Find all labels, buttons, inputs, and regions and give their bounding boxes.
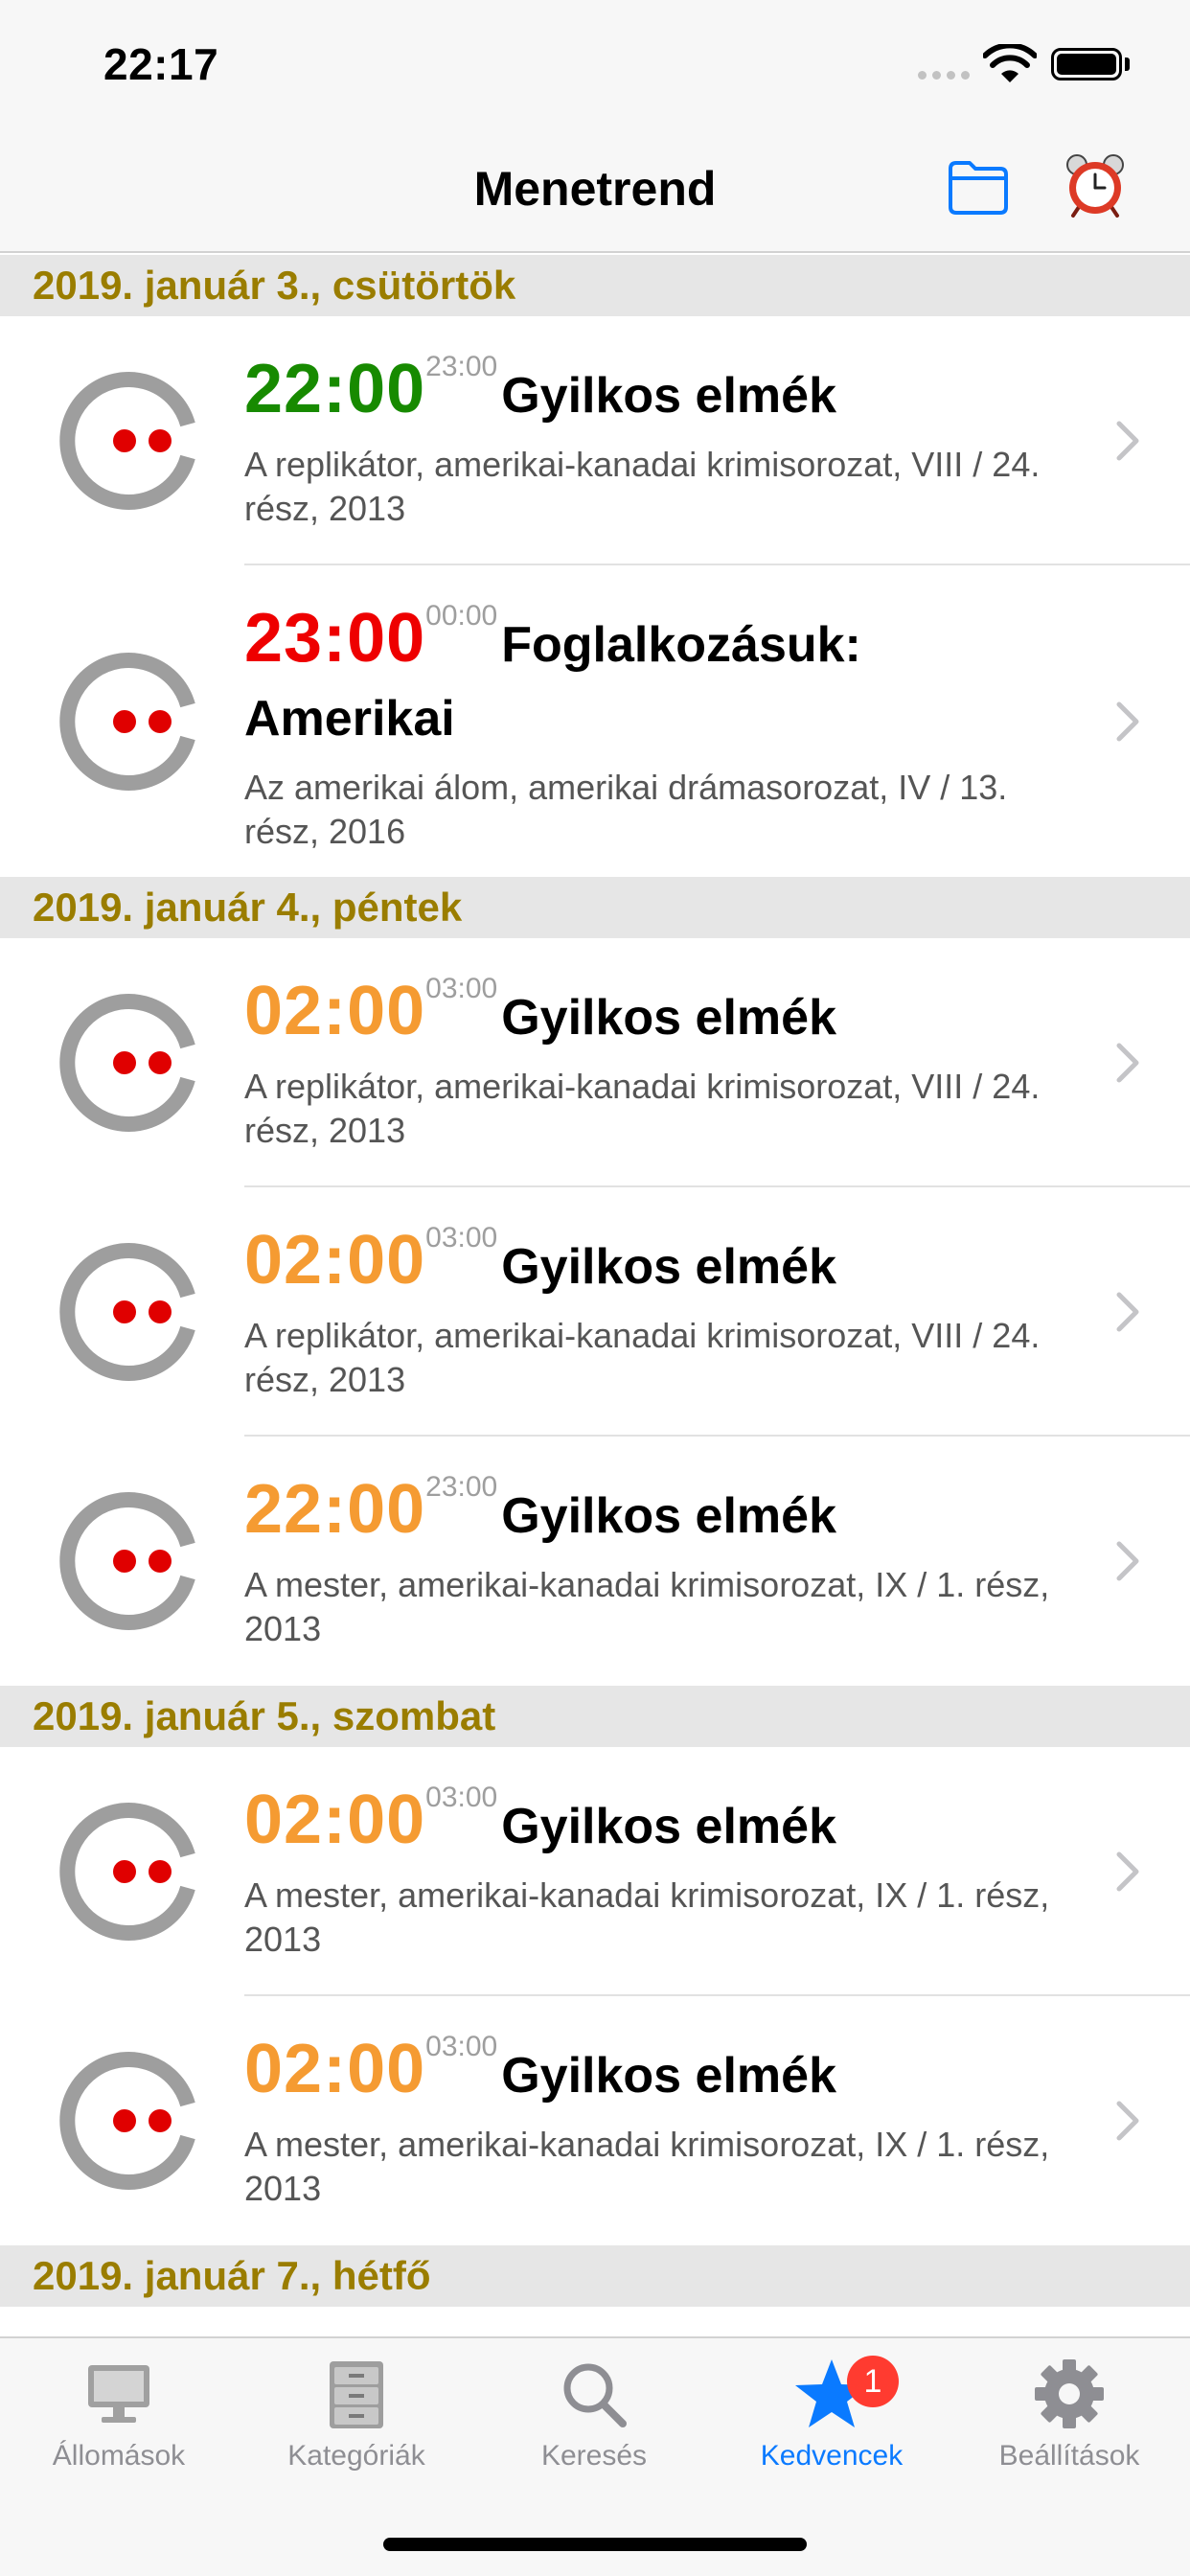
tab-allomasok[interactable]: Állomások xyxy=(0,2358,238,2472)
channel-logo-icon xyxy=(59,994,195,1132)
page-title: Menetrend xyxy=(473,162,717,216)
program-title: Gyilkos elmék xyxy=(501,1239,836,1295)
program-row[interactable]: 02:0003:00Gyilkos elmék A mester, amerik… xyxy=(0,1747,1190,1996)
end-time: 03:00 xyxy=(425,2031,498,2062)
section-header: 2019. január 3., csütörtök xyxy=(0,255,1190,316)
status-bar: 22:17 xyxy=(0,0,1190,126)
home-indicator[interactable] xyxy=(383,2538,807,2551)
start-time: 02:00 xyxy=(244,973,426,1049)
tab-label: Kedvencek xyxy=(760,2440,904,2472)
program-row[interactable]: 02:0003:00Gyilkos elmék A replikátor, am… xyxy=(0,938,1190,1187)
section-header: 2019. január 7., hétfő xyxy=(0,2245,1190,2307)
start-time: 22:00 xyxy=(244,1471,426,1548)
program-title: Gyilkos elmék xyxy=(501,990,836,1046)
tab-kereses[interactable]: Keresés xyxy=(475,2358,713,2472)
program-description: A replikátor, amerikai-kanadai krimisoro… xyxy=(244,1067,1041,1150)
program-title: Gyilkos elmék xyxy=(501,2048,836,2104)
end-time: 23:00 xyxy=(425,351,498,382)
cellular-signal-icon xyxy=(918,71,970,80)
start-time: 22:00 xyxy=(244,351,426,427)
channel-logo-icon xyxy=(59,1243,195,1381)
chevron-right-icon xyxy=(1116,1541,1139,1581)
chevron-right-icon xyxy=(1116,1852,1139,1892)
program-row[interactable]: 22:0023:00Gyilkos elmék A replikátor, am… xyxy=(0,316,1190,565)
battery-icon xyxy=(1051,48,1122,80)
program-row[interactable]: 02:0003:00Gyilkos elmék A mester, amerik… xyxy=(0,1996,1190,2245)
end-time: 00:00 xyxy=(425,600,498,632)
program-description: Az amerikai álom, amerikai drámasorozat,… xyxy=(244,768,1008,851)
channel-logo-icon xyxy=(59,372,195,510)
start-time: 02:00 xyxy=(244,2031,426,2107)
chevron-right-icon xyxy=(1116,421,1139,461)
cabinet-icon xyxy=(330,2361,383,2428)
tab-kedvencek[interactable]: 1 Kedvencek xyxy=(713,2356,950,2472)
monitor-icon xyxy=(88,2365,149,2423)
tab-label: Kategóriák xyxy=(287,2440,425,2472)
program-row[interactable]: 23:0000:00Foglalkozásuk: Amerikai Az ame… xyxy=(0,565,1190,877)
folder-icon[interactable] xyxy=(947,157,1010,217)
notification-badge: 1 xyxy=(847,2356,899,2407)
program-description: A mester, amerikai-kanadai krimisorozat,… xyxy=(244,1565,1050,1648)
status-time: 22:17 xyxy=(103,39,219,89)
alarm-clock-icon[interactable] xyxy=(1062,151,1129,218)
channel-logo-icon xyxy=(59,652,195,791)
end-time: 03:00 xyxy=(425,1782,498,1813)
chevron-right-icon xyxy=(1116,1292,1139,1332)
program-description: A mester, amerikai-kanadai krimisorozat,… xyxy=(244,2125,1050,2208)
start-time: 02:00 xyxy=(244,1782,426,1858)
battery-cap xyxy=(1125,58,1130,71)
section-header: 2019. január 5., szombat xyxy=(0,1686,1190,1747)
tab-label: Keresés xyxy=(540,2440,648,2472)
program-title: Gyilkos elmék xyxy=(501,1488,836,1544)
start-time: 23:00 xyxy=(244,600,426,677)
channel-logo-icon xyxy=(59,1803,195,1941)
channel-logo-icon xyxy=(59,1492,195,1630)
end-time: 03:00 xyxy=(425,1222,498,1254)
program-description: A replikátor, amerikai-kanadai krimisoro… xyxy=(244,445,1041,528)
schedule-list[interactable]: 2019. január 3., csütörtök 22:0023:00Gyi… xyxy=(0,255,1190,2336)
program-description: A replikátor, amerikai-kanadai krimisoro… xyxy=(244,1316,1041,1399)
program-title: Gyilkos elmék xyxy=(501,1799,836,1854)
tab-label: Beállítások xyxy=(998,2440,1140,2472)
navigation-bar: Menetrend xyxy=(0,126,1190,253)
gear-icon xyxy=(1035,2359,1104,2428)
chevron-right-icon xyxy=(1116,702,1139,741)
program-title: Gyilkos elmék xyxy=(501,368,836,424)
chevron-right-icon xyxy=(1116,2101,1139,2141)
end-time: 23:00 xyxy=(425,1471,498,1503)
tab-kategoriak[interactable]: Kategóriák xyxy=(238,2358,475,2472)
program-description: A mester, amerikai-kanadai krimisorozat,… xyxy=(244,1875,1050,1959)
tab-label: Állomások xyxy=(52,2440,186,2472)
chevron-right-icon xyxy=(1116,1043,1139,1083)
program-row[interactable]: 02:0003:00Gyilkos elmék A replikátor, am… xyxy=(0,1187,1190,1437)
section-header: 2019. január 4., péntek xyxy=(0,877,1190,938)
tab-beallitasok[interactable]: Beállítások xyxy=(950,2358,1188,2472)
end-time: 03:00 xyxy=(425,973,498,1004)
program-row[interactable]: 22:0023:00Gyilkos elmék A mester, amerik… xyxy=(0,1437,1190,1686)
channel-logo-icon xyxy=(59,2052,195,2190)
start-time: 02:00 xyxy=(244,1222,426,1299)
wifi-icon xyxy=(983,44,1037,82)
search-icon xyxy=(563,2363,627,2427)
